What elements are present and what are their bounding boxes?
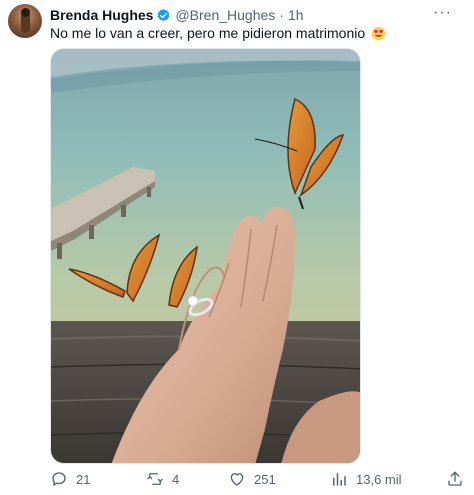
- heart-icon: [230, 473, 244, 486]
- reply-button[interactable]: 21: [50, 470, 90, 488]
- avatar-head: [21, 8, 30, 17]
- views-button[interactable]: 13,6 mil: [330, 470, 402, 488]
- views-count: 13,6 mil: [356, 471, 402, 487]
- retweet-count: 4: [172, 471, 180, 487]
- tweet-timestamp[interactable]: 1h: [288, 7, 304, 23]
- share-icon: [448, 471, 462, 486]
- share-button[interactable]: [446, 470, 464, 488]
- tweet-header: Brenda Hughes @Bren_Hughes · 1h: [50, 6, 304, 24]
- author-name[interactable]: Brenda Hughes: [50, 7, 153, 23]
- views-chart-icon: [333, 473, 346, 486]
- reply-count: 21: [76, 471, 91, 487]
- avatar[interactable]: [8, 4, 42, 38]
- verified-badge-icon: [158, 8, 170, 21]
- tweet-text: No me lo van a creer, pero me pidieron m…: [50, 25, 386, 42]
- author-handle[interactable]: @Bren_Hughes: [175, 7, 275, 23]
- tweet-card: Brenda Hughes @Bren_Hughes · 1h ··· No m…: [0, 0, 474, 495]
- reply-icon: [52, 472, 66, 486]
- tweet-photo[interactable]: [50, 48, 361, 464]
- retweet-icon: [147, 473, 163, 485]
- more-options-button[interactable]: ···: [433, 5, 452, 21]
- like-button[interactable]: 251: [228, 470, 276, 488]
- photo-butterflies-engagement-ring: [51, 49, 360, 463]
- header-separator: ·: [279, 7, 284, 23]
- retweet-button[interactable]: 4: [146, 470, 179, 488]
- like-count: 251: [254, 471, 276, 487]
- tweet-actions-bar: 21 4 251 13,6 mil: [50, 470, 470, 492]
- tweet-text-content: No me lo van a creer, pero me pidieron m…: [50, 25, 366, 41]
- heart-eyes-emoji: [371, 26, 386, 41]
